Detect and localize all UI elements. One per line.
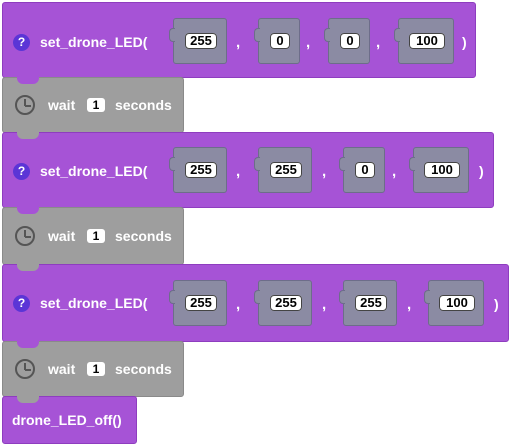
help-icon[interactable]: ? xyxy=(13,163,30,180)
wait-duration-input[interactable]: 1 xyxy=(87,98,105,112)
comma-separator: , xyxy=(306,34,311,51)
arg-socket-brightness[interactable]: 100 xyxy=(394,18,454,64)
comma-separator: , xyxy=(236,34,241,51)
wait-block-3[interactable]: wait 1 seconds xyxy=(2,341,184,397)
wait-label: wait xyxy=(48,97,76,113)
arg-value-brightness[interactable]: 100 xyxy=(439,295,475,311)
arg-value-red[interactable]: 255 xyxy=(185,33,217,49)
comma-separator: , xyxy=(376,34,381,51)
wait-unit-label: seconds xyxy=(115,361,172,377)
wait-unit-label: seconds xyxy=(115,97,172,113)
help-icon[interactable]: ? xyxy=(13,295,30,312)
block-notch xyxy=(17,207,39,214)
comma-separator: , xyxy=(236,163,241,180)
set-drone-led-label: set_drone_LED( xyxy=(40,34,148,50)
arg-socket-blue[interactable]: 0 xyxy=(339,147,385,193)
arg-socket-red[interactable]: 255 xyxy=(169,147,227,193)
arg-socket-brightness[interactable]: 100 xyxy=(409,147,469,193)
arg-value-brightness[interactable]: 100 xyxy=(409,33,445,49)
help-icon[interactable]: ? xyxy=(13,34,30,51)
close-paren: ) xyxy=(462,34,467,50)
block-notch xyxy=(17,396,39,403)
clock-icon xyxy=(15,95,35,115)
wait-label: wait xyxy=(48,361,76,377)
arg-value-green[interactable]: 0 xyxy=(270,33,290,49)
arg-value-red[interactable]: 255 xyxy=(185,162,217,178)
set-drone-led-label: set_drone_LED( xyxy=(40,295,148,311)
comma-separator: , xyxy=(322,163,327,180)
arg-socket-green[interactable]: 0 xyxy=(254,18,300,64)
arg-value-brightness[interactable]: 100 xyxy=(424,162,460,178)
drone-led-off-block[interactable]: drone_LED_off() xyxy=(2,396,137,444)
arg-socket-blue[interactable]: 0 xyxy=(324,18,370,64)
comma-separator: , xyxy=(322,296,327,313)
clock-icon xyxy=(15,226,35,246)
set-drone-led-label: set_drone_LED( xyxy=(40,163,148,179)
wait-duration-input[interactable]: 1 xyxy=(87,229,105,243)
wait-duration-input[interactable]: 1 xyxy=(87,362,105,376)
set-drone-led-block-3[interactable]: ? set_drone_LED( 255 , 255 , 255 , 100 ) xyxy=(2,264,509,342)
wait-unit-label: seconds xyxy=(115,228,172,244)
arg-value-green[interactable]: 255 xyxy=(270,162,302,178)
wait-block-2[interactable]: wait 1 seconds xyxy=(2,207,184,265)
drone-led-off-label: drone_LED_off() xyxy=(12,412,122,428)
arg-value-blue[interactable]: 255 xyxy=(355,295,387,311)
arg-value-blue[interactable]: 0 xyxy=(355,162,375,178)
comma-separator: , xyxy=(407,296,412,313)
arg-socket-brightness[interactable]: 100 xyxy=(424,280,484,326)
wait-label: wait xyxy=(48,228,76,244)
set-drone-led-block-1[interactable]: ? set_drone_LED( 255 , 0 , 0 , 100 ) xyxy=(2,2,476,78)
arg-socket-red[interactable]: 255 xyxy=(169,280,227,326)
arg-socket-green[interactable]: 255 xyxy=(254,147,312,193)
block-notch xyxy=(17,341,39,348)
arg-socket-red[interactable]: 255 xyxy=(169,18,227,64)
block-notch xyxy=(17,132,39,139)
comma-separator: , xyxy=(392,163,397,180)
set-drone-led-block-2[interactable]: ? set_drone_LED( 255 , 255 , 0 , 100 ) xyxy=(2,132,494,208)
arg-socket-blue[interactable]: 255 xyxy=(339,280,397,326)
clock-icon xyxy=(15,359,35,379)
close-paren: ) xyxy=(494,296,499,312)
block-notch xyxy=(17,77,39,84)
block-notch xyxy=(17,264,39,271)
arg-socket-green[interactable]: 255 xyxy=(254,280,312,326)
comma-separator: , xyxy=(236,296,241,313)
wait-block-1[interactable]: wait 1 seconds xyxy=(2,77,184,133)
arg-value-blue[interactable]: 0 xyxy=(340,33,360,49)
close-paren: ) xyxy=(479,163,484,179)
arg-value-red[interactable]: 255 xyxy=(185,295,217,311)
arg-value-green[interactable]: 255 xyxy=(270,295,302,311)
